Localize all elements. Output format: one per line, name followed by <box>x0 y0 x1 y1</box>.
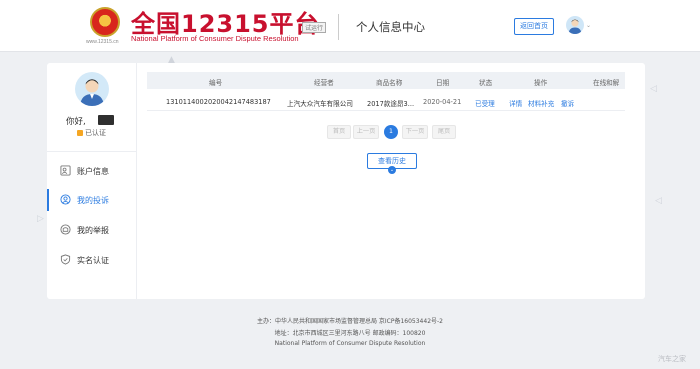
verified-status: 已认证 <box>77 128 106 138</box>
business-name: 上汽大众汽车有限公司 <box>287 100 353 108</box>
column-header-product: 商品名称 <box>376 79 403 87</box>
column-header-actions: 操作 <box>534 79 548 87</box>
brand-subtitle: National Platform of Consumer Dispute Re… <box>131 34 299 43</box>
chevron-down-icon[interactable]: ⌄ <box>388 166 396 174</box>
details-link[interactable]: 详情 <box>509 98 522 108</box>
withdraw-link[interactable]: 撤诉 <box>561 98 574 108</box>
sidebar-item-account-info[interactable]: 账户信息 <box>47 158 137 184</box>
header-divider <box>338 14 339 40</box>
sidebar-item-label: 我的投诉 <box>77 196 109 205</box>
sidebar-item-label: 账户信息 <box>77 167 109 176</box>
last-page-button[interactable]: 尾页 <box>432 125 456 139</box>
column-header-date: 日期 <box>436 79 450 87</box>
sidebar-separator <box>47 151 137 152</box>
greeting-text: 你好, <box>66 117 86 127</box>
complaint-icon <box>60 194 71 205</box>
chevron-down-icon[interactable]: ⌄ <box>586 22 591 29</box>
account-info-icon <box>60 165 71 176</box>
status-badge: 已受理 <box>475 100 495 108</box>
complaint-id: 131011400202004214748318​7 <box>166 98 271 106</box>
redacted-username <box>98 115 114 125</box>
prev-page-button[interactable]: 上一页 <box>353 125 379 139</box>
complaint-date: 2020-04-21 <box>423 98 462 106</box>
table-row: 131011400202004214748318​7 上汽大众汽车有限公司 20… <box>147 93 625 111</box>
column-header-online-settlement: 在线和解 <box>593 79 620 87</box>
top-header: www.12315.cn 全国12315平台 试运行 National Plat… <box>0 0 700 52</box>
sidebar-item-my-complaints[interactable]: 我的投诉 <box>47 187 137 213</box>
supplement-materials-link[interactable]: 材料补充 <box>528 98 554 108</box>
decor-triangle-icon: ◁ <box>650 84 657 94</box>
beta-badge: 试运行 <box>302 22 327 33</box>
column-header-id: 编号 <box>209 79 223 87</box>
decor-triangle-icon: ▷ <box>37 214 44 224</box>
report-icon <box>60 224 71 235</box>
sidebar-item-real-name-auth[interactable]: 实名认证 <box>47 247 137 273</box>
shield-icon <box>60 254 71 265</box>
verified-label: 已认证 <box>85 129 106 137</box>
sidebar: 你好, 已认证 账户信息 我的投诉 我的举报 实名认证 <box>47 63 137 299</box>
user-avatar-icon[interactable] <box>566 16 584 34</box>
complaints-table-header: 编号 经营者 商品名称 日期 状态 操作 在线和解 <box>147 72 625 89</box>
sidebar-item-my-reports[interactable]: 我的举报 <box>47 217 137 243</box>
profile-avatar-icon <box>75 72 109 106</box>
emblem-caption: www.12315.cn <box>86 39 119 45</box>
back-home-button[interactable]: 返回首页 <box>514 18 554 35</box>
footer-english-name: National Platform of Consumer Dispute Re… <box>274 340 426 347</box>
decor-triangle-icon: ◁ <box>655 196 662 206</box>
watermark-text: 汽车之家 <box>658 355 686 363</box>
user-center-card: 你好, 已认证 账户信息 我的投诉 我的举报 实名认证 编号 经营者 商品名称 … <box>47 63 645 299</box>
column-header-status: 状态 <box>479 79 493 87</box>
sidebar-item-label: 实名认证 <box>77 256 109 265</box>
first-page-button[interactable]: 首页 <box>327 125 351 139</box>
current-page-button[interactable]: 1 <box>384 125 398 139</box>
next-page-button[interactable]: 下一页 <box>402 125 428 139</box>
section-title: 个人信息中心 <box>356 20 425 34</box>
footer-address: 地址：北京市西城区三里河东路八号 邮政编码：100820 <box>274 330 426 337</box>
footer-sponsor: 主办：中华人民共和国国家市场监督管理总局 京ICP备16053442号-2 <box>256 318 443 325</box>
product-name: 2017款途昂3... <box>367 100 415 108</box>
column-header-business: 经营者 <box>314 79 334 87</box>
sidebar-item-label: 我的举报 <box>77 226 109 235</box>
verified-badge-icon <box>77 130 83 136</box>
national-emblem-logo <box>90 7 120 37</box>
